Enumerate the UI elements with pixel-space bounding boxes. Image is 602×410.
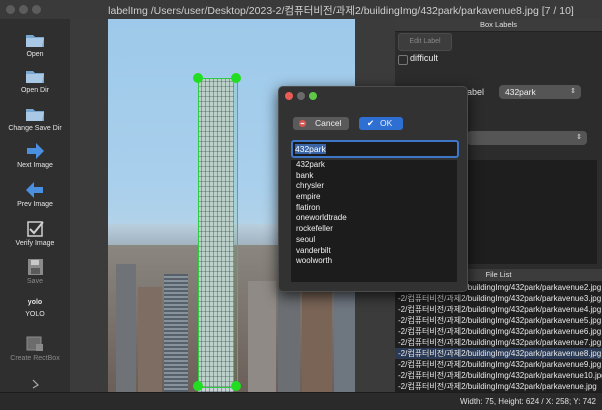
cancel-button[interactable]: Cancel: [293, 117, 349, 130]
bounding-box[interactable]: [198, 78, 238, 388]
arrow-left-icon: [26, 182, 43, 198]
arrow-right-icon: [27, 143, 44, 159]
file-list-item[interactable]: -2/컴퓨터비전/과제2/buildingImg/432park/parkave…: [395, 315, 602, 326]
label-option[interactable]: empire: [291, 192, 457, 203]
save-button[interactable]: Save: [0, 257, 70, 285]
close-window-button[interactable]: [6, 5, 15, 14]
file-list-item-selected[interactable]: -2/컴퓨터비전/과제2/buildingImg/432park/parkave…: [395, 348, 602, 359]
open-dir-button[interactable]: Open Dir: [0, 66, 70, 94]
building-shape: [334, 277, 355, 392]
box-labels-header: Box Labels: [395, 19, 602, 32]
status-text: Width: 75, Height: 624 / X: 258; Y: 742: [460, 397, 596, 406]
file-list-item[interactable]: -2/컴퓨터비전/과제2/buildingImg/432park/parkave…: [395, 326, 602, 337]
label-option[interactable]: flatiron: [291, 203, 457, 214]
verify-image-button[interactable]: Verify Image: [0, 219, 70, 247]
window-title: labelImg /Users/user/Desktop/2023-2/컴퓨터비…: [108, 5, 574, 17]
open-label: Open: [26, 51, 44, 58]
label-option[interactable]: chrysler: [291, 181, 457, 192]
file-list-item[interactable]: -2/컴퓨터비전/과제2/buildingImg/432park/parkave…: [395, 337, 602, 348]
open-dir-label: Open Dir: [20, 87, 49, 94]
file-list[interactable]: -2/컴퓨터비전/과제2/buildingImg/432park/parkave…: [395, 282, 602, 392]
create-rectbox-label: Create RectBox: [10, 355, 60, 362]
bbox-handle-bottom-left[interactable]: [193, 381, 203, 391]
folder-open-icon: [26, 35, 44, 47]
use-default-label-text: abel: [467, 87, 485, 97]
label-filter-combo[interactable]: ⇕: [467, 131, 587, 145]
yolo-icon: yolo: [27, 299, 43, 306]
default-label-value: 432park: [505, 87, 536, 97]
open-button[interactable]: Open: [0, 30, 70, 58]
chevron-down-icon[interactable]: [31, 378, 41, 390]
difficult-checkbox[interactable]: [398, 55, 408, 65]
ok-label: OK: [380, 118, 393, 128]
create-rectbox-button[interactable]: Create RectBox: [0, 334, 70, 362]
change-save-dir-button[interactable]: Change Save Dir: [0, 104, 70, 132]
title-bar: labelImg /Users/user/Desktop/2023-2/컴퓨터비…: [0, 0, 602, 20]
label-dialog: Cancel ✔ OK 432park 432park bank chrysle…: [278, 86, 468, 292]
difficult-label: difficult: [410, 53, 438, 63]
ok-button[interactable]: ✔ OK: [359, 117, 403, 130]
next-image-label: Next Image: [17, 162, 53, 169]
file-list-item[interactable]: -2/컴퓨터비전/과제2/buildingImg/432park/parkave…: [395, 293, 602, 304]
save-label: Save: [27, 278, 43, 285]
building-shape: [138, 287, 162, 392]
edit-label-text: Edit Label: [409, 38, 441, 45]
file-list-item[interactable]: -2/컴퓨터비전/과제2/buildingImg/432park/parkave…: [395, 370, 602, 381]
file-list-item[interactable]: -2/컴퓨터비전/과제2/buildingImg/432park/parkave…: [395, 381, 602, 392]
building-shape: [248, 281, 276, 392]
label-list[interactable]: [467, 160, 597, 264]
label-option[interactable]: 432park: [291, 160, 457, 171]
floppy-disk-icon: [28, 259, 43, 275]
chevron-updown-icon: ⇕: [576, 134, 582, 141]
building-shape: [116, 264, 136, 392]
dialog-zoom-button[interactable]: [309, 92, 317, 100]
label-input-value: 432park: [295, 144, 326, 154]
format-yolo-button[interactable]: yolo YOLO: [0, 296, 70, 318]
verify-image-label: Verify Image: [15, 240, 55, 247]
default-label-combo[interactable]: 432park ⇕: [499, 85, 581, 99]
cancel-label: Cancel: [315, 118, 342, 128]
label-option[interactable]: bank: [291, 171, 457, 182]
label-option[interactable]: oneworldtrade: [291, 213, 457, 224]
label-input[interactable]: 432park: [291, 140, 459, 158]
cancel-icon: [298, 119, 307, 128]
label-option[interactable]: seoul: [291, 235, 457, 246]
label-option[interactable]: woolworth: [291, 256, 457, 267]
building-shape: [302, 291, 332, 392]
bbox-handle-top-left[interactable]: [193, 73, 203, 83]
folder-open-icon: [26, 109, 44, 121]
status-bar: Width: 75, Height: 624 / X: 258; Y: 742: [0, 392, 602, 410]
chevron-updown-icon: ⇕: [570, 88, 576, 95]
building-shape: [164, 274, 188, 392]
change-save-dir-label: Change Save Dir: [8, 125, 62, 132]
label-option[interactable]: vanderbilt: [291, 246, 457, 257]
label-option[interactable]: rockefeller: [291, 224, 457, 235]
dialog-close-button[interactable]: [285, 92, 293, 100]
next-image-button[interactable]: Next Image: [0, 141, 70, 169]
file-list-item[interactable]: -2/컴퓨터비전/과제2/buildingImg/432park/parkave…: [395, 304, 602, 315]
prev-image-button[interactable]: Prev Image: [0, 180, 70, 208]
prev-image-label: Prev Image: [17, 201, 53, 208]
format-label: YOLO: [25, 311, 45, 318]
folder-open-icon: [26, 71, 44, 83]
dialog-minimize-button[interactable]: [297, 92, 305, 100]
checkmark-icon: ✔: [367, 118, 375, 128]
zoom-window-button[interactable]: [32, 5, 41, 14]
file-list-item[interactable]: -2/컴퓨터비전/과제2/buildingImg/432park/parkave…: [395, 359, 602, 370]
checkbox-icon: [27, 221, 44, 237]
bbox-handle-bottom-right[interactable]: [231, 381, 241, 391]
edit-label-button[interactable]: Edit Label: [398, 33, 452, 51]
rect-box-icon: [26, 336, 43, 351]
label-suggestion-list[interactable]: 432park bank chrysler empire flatiron on…: [291, 160, 457, 282]
bbox-handle-top-right[interactable]: [231, 73, 241, 83]
minimize-window-button[interactable]: [19, 5, 28, 14]
